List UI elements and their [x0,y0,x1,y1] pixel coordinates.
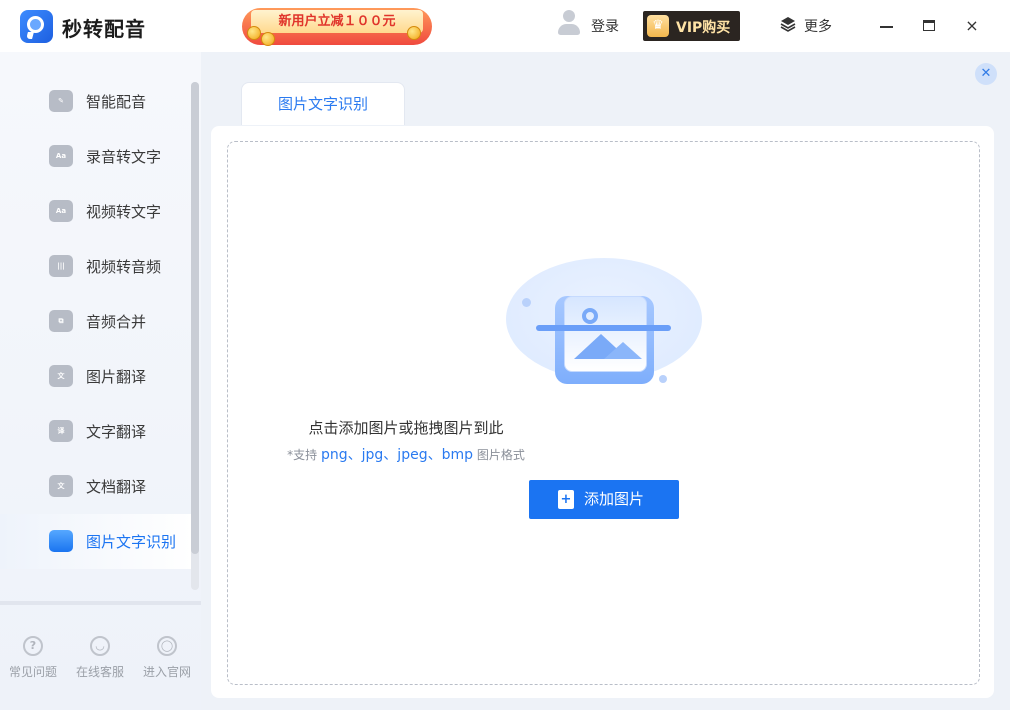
app-title: 秒转配音 [62,17,146,41]
bottom-link-label: 常见问题 [8,665,57,679]
format-list: png、jpg、jpeg、bmp [321,447,473,463]
promo-text: 新用户立减１００元 [251,10,423,33]
app-logo-icon [20,10,53,43]
sidebar-item-label: 图片翻译 [86,368,147,386]
sidebar-item-5[interactable]: ⧉ 音频合并 [0,294,192,349]
drop-hint: 点击添加图片或拖拽图片到此 [308,419,504,437]
document-translate-icon: 文 [49,475,73,497]
sidebar-item-label: 视频转文字 [86,203,162,221]
user-icon[interactable] [558,10,580,36]
speech-to-text-icon: Aa [49,145,73,167]
sidebar-item-label: 智能配音 [86,93,147,111]
format-hint-prefix: *支持 [287,448,321,462]
coin-icon [261,32,275,46]
mic-icon: ✎ [49,90,73,112]
image-placeholder-illustration [506,258,702,384]
bottom-link-2[interactable]: ◡ 在线客服 [67,636,133,680]
sidebar-divider [0,601,201,605]
video-to-audio-icon: ||| [49,255,73,277]
title-bar: 秒转配音 新用户立减１００元 登录 ♛ VIP购买 更多 × [0,0,1010,52]
vip-label: VIP购买 [676,20,731,36]
format-hint: *支持 png、jpg、jpeg、bmp 图片格式 [0,444,1010,464]
merge-icon: ⧉ [49,310,73,332]
sidebar-item-label: 音频合并 [86,313,147,331]
sidebar-item-1[interactable]: ✎ 智能配音 [0,74,192,129]
sidebar-item-3[interactable]: Aa 视频转文字 [0,184,192,239]
minimize-button[interactable] [875,14,899,38]
add-image-button[interactable]: + 添加图片 [529,480,679,519]
sidebar-item-9[interactable]: 图片文字识别 [0,514,192,569]
tab-image-ocr[interactable]: 图片文字识别 [241,82,405,125]
bottom-link-label: 在线客服 [75,665,124,679]
vip-button[interactable]: ♛ VIP购买 [643,11,740,41]
crown-icon: ♛ [647,15,669,37]
close-panel-button[interactable]: ✕ [975,63,997,85]
add-image-label: 添加图片 [584,490,645,508]
scroll-thumb[interactable] [191,82,199,554]
website-icon: ◯ [157,636,177,656]
sidebar: ✎ 智能配音 Aa 录音转文字 Aa 视频转文字 ||| 视频转音频 ⧉ 音频合并文图片翻译译文字… [0,52,201,710]
sidebar-item-4[interactable]: ||| 视频转音频 [0,239,192,294]
sidebar-item-label: 视频转音频 [86,258,162,276]
bottom-link-3[interactable]: ◯ 进入官网 [134,636,200,680]
image-translate-icon: 文 [49,365,73,387]
sidebar-item-8[interactable]: 文文档翻译 [0,459,192,514]
support-icon: ◡ [90,636,110,656]
ocr-icon [49,530,73,552]
bottom-link-label: 进入官网 [142,665,191,679]
video-to-text-icon: Aa [49,200,73,222]
sidebar-item-label: 文档翻译 [86,478,147,496]
help-icon: ? [23,636,43,656]
format-hint-suffix: 图片格式 [473,448,525,462]
sidebar-nav: ✎ 智能配音 Aa 录音转文字 Aa 视频转文字 ||| 视频转音频 ⧉ 音频合并文图片翻译译文字… [0,74,192,588]
add-file-icon: + [558,490,574,509]
sidebar-item-2[interactable]: Aa 录音转文字 [0,129,192,184]
bottom-link-1[interactable]: ? 常见问题 [0,636,66,680]
more-menu[interactable]: 更多 [804,16,832,36]
sidebar-item-label: 录音转文字 [86,148,162,166]
coin-icon [407,26,421,40]
sidebar-item-label: 图片文字识别 [86,533,177,551]
layers-icon[interactable] [780,16,796,34]
sidebar-scrollbar[interactable] [191,82,199,590]
promo-banner[interactable]: 新用户立减１００元 [242,8,432,46]
coin-icon [247,26,261,40]
sidebar-item-6[interactable]: 文图片翻译 [0,349,192,404]
login-link[interactable]: 登录 [591,16,619,36]
drop-zone[interactable] [227,141,980,685]
maximize-button[interactable] [917,14,941,38]
close-window-button[interactable]: × [960,14,984,38]
